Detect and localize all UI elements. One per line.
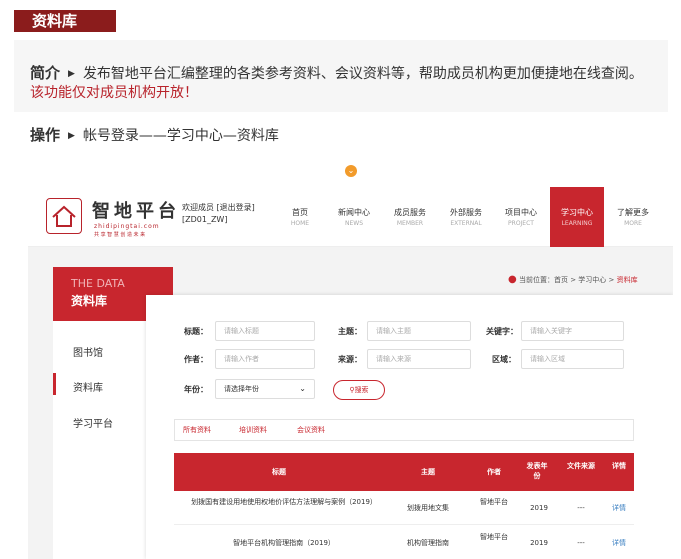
region-label: 区域： — [492, 355, 516, 364]
nav-project[interactable]: 项目中心 PROJECT — [496, 187, 546, 247]
nav-label: 学习中心 — [561, 208, 593, 217]
logo-domain: zhidipingtai.com — [94, 223, 160, 230]
nav-learning[interactable]: 学习中心 LEARNING — [550, 187, 604, 247]
intro-line: 简介 ▶ 发布智地平台汇编整理的各类参考资料、会议资料等，帮助成员机构更加便捷地在线… — [30, 62, 643, 83]
intro-text: 发布智地平台汇编整理的各类参考资料、会议资料等，帮助成员机构更加便捷地在线查阅。 — [82, 66, 643, 82]
website-screenshot: 智地平台 zhidipingtai.com 共 享 智 慧 创 造 未 来 欢迎… — [28, 187, 673, 559]
location-pin-icon: ● — [508, 274, 517, 285]
nav-sub: EXTERNAL — [450, 220, 482, 227]
intro-label: 简介 — [30, 64, 61, 82]
nav-sub: MORE — [624, 220, 642, 227]
breadcrumb-path[interactable]: 当前位置：首页 > 学习中心 > — [519, 276, 617, 284]
page: 资料库 简介 ▶ 发布智地平台汇编整理的各类参考资料、会议资料等，帮助成员机构更加便… — [0, 0, 681, 559]
nav-label: 了解更多 — [617, 208, 649, 217]
sidebar-en-title: THE DATA — [71, 277, 125, 290]
year-select[interactable]: 请选择年份 ⌄ — [215, 379, 315, 399]
sidebar-cn-title: 资料库 — [71, 294, 108, 308]
table-row: 智地平台机构管理指南（2019） 机构管理指南 智地平台 2019 --- 详情 — [174, 526, 634, 559]
table-header: 标题 主题 作者 发表年份 文件来源 详情 — [174, 453, 634, 491]
house-logo-icon[interactable] — [46, 198, 82, 234]
cell-author: 智地平台 — [480, 498, 508, 506]
subject-label: 主题： — [338, 327, 362, 336]
region-input[interactable]: 请输入区域 — [521, 349, 624, 369]
cell-subject: 机构管理指南 — [407, 539, 449, 547]
keyword-label: 关键字： — [486, 327, 518, 336]
intro-note: 该功能仅对成员机构开放！ — [30, 85, 198, 101]
cell-year: 2019 — [530, 504, 548, 512]
operation-line: 操作 ▶ 帐号登录——学习中心—资料库 — [30, 124, 279, 145]
nav-home[interactable]: 首页 HOME — [280, 187, 320, 247]
logo-slogan: 共 享 智 慧 创 造 未 来 — [94, 232, 146, 238]
site-header: 智地平台 zhidipingtai.com 共 享 智 慧 创 造 未 来 欢迎… — [28, 187, 673, 247]
nav-sub: MEMBER — [396, 220, 424, 227]
subject-input[interactable]: 请输入主题 — [367, 321, 471, 341]
title-label: 标题： — [184, 327, 208, 336]
chevron-down-icon[interactable]: ⌄ — [345, 165, 357, 177]
author-input[interactable]: 请输入作者 — [215, 349, 315, 369]
source-input[interactable]: 请输入来源 — [367, 349, 471, 369]
sidebar-item-database[interactable]: 资料库 — [73, 379, 103, 394]
nav-sub: PROJECT — [508, 220, 534, 227]
welcome-line[interactable]: 欢迎成员 [退出登录] — [182, 202, 255, 214]
nav-label: 新闻中心 — [338, 208, 370, 217]
cell-title[interactable]: 智地平台机构管理指南（2019） — [184, 538, 384, 548]
nav-label: 项目中心 — [505, 208, 537, 217]
tab-bar: 所有资料 培训资料 会议资料 — [174, 419, 634, 441]
nav-label: 外部服务 — [450, 208, 482, 217]
th-year: 发表年份 — [526, 462, 548, 480]
cell-author: 智地平台 — [480, 533, 508, 541]
breadcrumb-current: 资料库 — [616, 276, 638, 284]
th-subject: 主题 — [421, 468, 435, 476]
keyword-input[interactable]: 请输入关键字 — [521, 321, 624, 341]
nav-label: 成员服务 — [394, 208, 426, 217]
th-title: 标题 — [272, 468, 286, 476]
th-author: 作者 — [487, 468, 501, 476]
nav-sub: LEARNING — [561, 220, 593, 227]
source-label: 来源： — [338, 355, 362, 364]
year-select-value: 请选择年份 — [224, 385, 259, 393]
tab-training[interactable]: 培训资料 — [239, 425, 267, 435]
nav-sub: NEWS — [344, 220, 364, 227]
nav-label: 首页 — [292, 208, 308, 217]
triangle-icon: ▶ — [68, 69, 75, 79]
welcome-text: 欢迎成员 [退出登录] [ZD01_ZW] — [182, 202, 255, 226]
operation-label: 操作 — [30, 126, 61, 144]
th-detail: 详情 — [612, 462, 626, 470]
triangle-icon: ▶ — [68, 131, 75, 141]
year-label: 年份： — [184, 385, 208, 394]
detail-link[interactable]: 详情 — [606, 538, 632, 548]
tab-all[interactable]: 所有资料 — [183, 425, 211, 435]
cell-source: --- — [577, 539, 585, 547]
sidebar-item-learning[interactable]: 学习平台 — [73, 415, 113, 430]
cell-year: 2019 — [530, 539, 548, 547]
table-row: 划拨国有建设用地使用权地价评估方法理解与案例（2019） 划拨用地文集 智地平台… — [174, 491, 634, 525]
cell-subject: 划拨用地文集 — [407, 504, 449, 512]
tab-meeting[interactable]: 会议资料 — [297, 425, 325, 435]
section-banner: 资料库 — [14, 10, 116, 32]
cell-source: --- — [577, 504, 585, 512]
nav-more[interactable]: 了解更多 MORE — [608, 187, 658, 247]
breadcrumb: ● 当前位置：首页 > 学习中心 > 资料库 — [508, 274, 638, 285]
nav-member[interactable]: 成员服务 MEMBER — [384, 187, 436, 247]
search-label: 搜索 — [354, 386, 369, 394]
nav-external[interactable]: 外部服务 EXTERNAL — [440, 187, 492, 247]
active-indicator — [53, 373, 56, 395]
logo-title[interactable]: 智地平台 — [92, 197, 180, 223]
detail-link[interactable]: 详情 — [606, 503, 632, 513]
nav-news[interactable]: 新闻中心 NEWS — [328, 187, 380, 247]
cell-title[interactable]: 划拨国有建设用地使用权地价评估方法理解与案例（2019） — [184, 497, 384, 507]
operation-text: 帐号登录——学习中心—资料库 — [82, 128, 279, 144]
author-label: 作者： — [184, 355, 208, 364]
th-source: 文件来源 — [567, 462, 595, 470]
sidebar-item-library[interactable]: 图书馆 — [73, 344, 103, 359]
title-input[interactable]: 请输入标题 — [215, 321, 315, 341]
member-id: [ZD01_ZW] — [182, 215, 228, 224]
search-button[interactable]: ⚲搜索 — [333, 380, 385, 400]
nav-sub: HOME — [290, 220, 310, 227]
chevron-down-icon: ⌄ — [299, 384, 306, 393]
